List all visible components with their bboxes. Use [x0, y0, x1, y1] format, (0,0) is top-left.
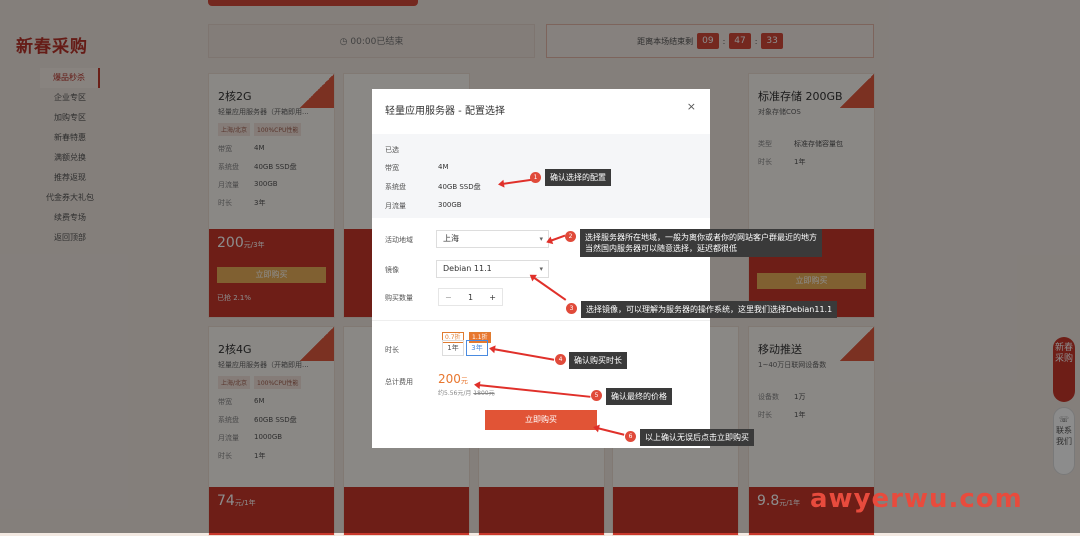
- selected-summary: [372, 134, 710, 218]
- per-month: 约5.56元/月: [438, 390, 472, 397]
- disk-value: 40GB SSD盘: [438, 183, 481, 191]
- step-badge: 5: [591, 390, 602, 401]
- traffic-label: 月流量: [385, 202, 406, 210]
- step-badge: 6: [625, 431, 636, 442]
- region-select[interactable]: 上海: [436, 230, 549, 248]
- bandwidth-label: 带宽: [385, 164, 399, 172]
- original-price: 1800元: [473, 390, 495, 397]
- step-badge: 3: [566, 303, 577, 314]
- annotation-text: 选择服务器所在地域，一般为离你或者你的网站客户群最近的地方: [585, 233, 817, 242]
- divider: [372, 320, 710, 321]
- step-badge: 1: [530, 172, 541, 183]
- traffic-value: 300GB: [438, 201, 462, 209]
- watermark: awyerwu.com: [810, 484, 1023, 514]
- close-icon[interactable]: ×: [687, 100, 696, 113]
- bandwidth-value: 4M: [438, 163, 449, 171]
- annotation-2: 选择服务器所在地域，一般为离你或者你的网站客户群最近的地方 当然国内服务器可以随意…: [580, 229, 822, 257]
- step-badge: 2: [565, 231, 576, 242]
- buy-now-button[interactable]: 立即购买: [485, 410, 597, 430]
- minus-button[interactable]: −: [445, 293, 452, 302]
- total-label: 总计费用: [385, 378, 413, 386]
- unit-price: 约5.56元/月 1800元: [438, 388, 495, 397]
- disk-label: 系统盘: [385, 183, 406, 191]
- quantity-label: 购买数量: [385, 294, 413, 302]
- annotation-6: 以上确认无误后点击立即购买: [640, 429, 754, 446]
- total-price: 200元: [438, 372, 468, 386]
- selected-label: 已选: [385, 146, 399, 154]
- quantity-stepper: − 1 +: [438, 288, 503, 306]
- duration-option-3y[interactable]: 3年: [466, 340, 488, 356]
- annotation-4: 确认购买时长: [569, 352, 627, 369]
- quantity-value[interactable]: 1: [468, 293, 473, 302]
- total-value: 200: [438, 372, 461, 386]
- duration-option-1y[interactable]: 1年: [442, 340, 464, 356]
- annotation-text: 当然国内服务器可以随意选择，延迟都很低: [585, 244, 737, 253]
- region-label: 活动地域: [385, 236, 413, 244]
- total-unit: 元: [460, 377, 468, 385]
- annotation-1: 确认选择的配置: [545, 169, 611, 186]
- image-label: 镜像: [385, 266, 399, 274]
- duration-label: 时长: [385, 346, 399, 354]
- plus-button[interactable]: +: [489, 293, 496, 302]
- annotation-3: 选择镜像，可以理解为服务器的操作系统，这里我们选择Debian11.1: [581, 301, 838, 318]
- modal-title: 轻量应用服务器 - 配置选择: [385, 106, 505, 117]
- annotation-5: 确认最终的价格: [606, 388, 672, 405]
- step-badge: 4: [555, 354, 566, 365]
